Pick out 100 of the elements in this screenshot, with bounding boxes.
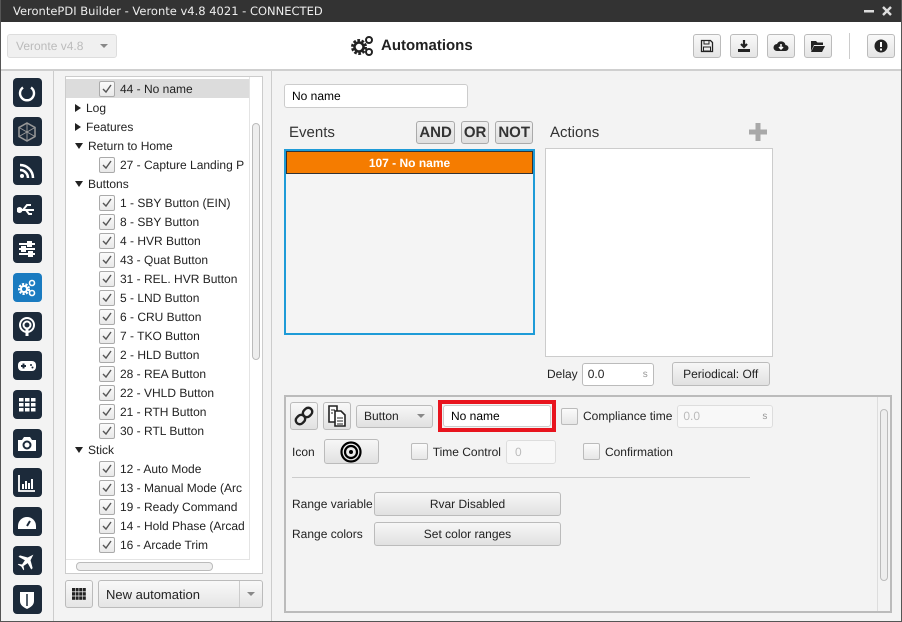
tree-item[interactable]: 13 - Manual Mode (Arc xyxy=(66,478,249,497)
tree-item[interactable]: 43 - Quat Button xyxy=(66,250,249,269)
tree-item[interactable]: 21 - RTH Button xyxy=(66,402,249,421)
checkbox[interactable] xyxy=(99,232,115,248)
checkbox[interactable] xyxy=(99,404,115,420)
confirmation-label: Confirmation xyxy=(604,444,673,458)
periodical-button[interactable]: Periodical: Off xyxy=(672,362,770,386)
tree-item[interactable]: 27 - Capture Landing P xyxy=(66,155,249,174)
grid-icon[interactable] xyxy=(65,580,93,608)
tree-item[interactable]: 1 - SBY Button (EIN) xyxy=(66,193,249,212)
check-icon xyxy=(101,234,113,246)
checkbox[interactable] xyxy=(99,480,115,496)
new-automation-dropdown[interactable]: New automation xyxy=(98,580,263,608)
type-dropdown[interactable]: Button xyxy=(356,404,433,428)
check-icon xyxy=(101,462,113,474)
check-icon xyxy=(101,348,113,360)
scrollbar[interactable] xyxy=(877,397,890,611)
tree-item[interactable]: 22 - VHLD Button xyxy=(66,383,249,402)
check-icon xyxy=(101,196,113,208)
checkbox[interactable] xyxy=(99,460,115,476)
tree-group[interactable]: Return to Home xyxy=(66,136,249,155)
checkbox[interactable] xyxy=(99,252,115,268)
time-control-label: Time Control xyxy=(432,444,501,458)
tree-group[interactable]: Log xyxy=(66,98,249,117)
tree-item[interactable]: 28 - REA Button xyxy=(66,364,249,383)
shield-icon[interactable] xyxy=(12,585,42,614)
camera-icon[interactable] xyxy=(12,429,42,458)
check-icon xyxy=(101,216,113,228)
checkbox[interactable] xyxy=(99,346,115,362)
checkbox[interactable] xyxy=(99,366,115,382)
copy-icon[interactable] xyxy=(323,402,351,430)
check-icon xyxy=(101,386,113,398)
tree-group[interactable]: Features xyxy=(66,117,249,136)
tree-item[interactable]: 30 - RTL Button xyxy=(66,421,249,440)
check-icon xyxy=(101,500,113,512)
gamepad-icon[interactable] xyxy=(12,351,42,380)
tree-item[interactable]: 44 - No name xyxy=(66,79,249,98)
delay-field[interactable]: 0.0 s xyxy=(582,362,654,386)
checkbox[interactable] xyxy=(99,80,115,96)
check-icon xyxy=(101,310,113,322)
close-icon[interactable] xyxy=(881,5,893,17)
download-icon[interactable] xyxy=(730,34,758,58)
operator-button[interactable]: OR xyxy=(460,120,490,144)
airplane-icon[interactable] xyxy=(12,546,42,575)
target-icon[interactable] xyxy=(324,439,379,464)
window-title: VerontePDI Builder - Veronte v4.8 4021 - CONNECTED xyxy=(13,4,323,18)
folder-icon[interactable] xyxy=(804,34,832,58)
gears-icon[interactable] xyxy=(12,273,42,302)
checkbox[interactable] xyxy=(99,498,115,514)
checkbox[interactable] xyxy=(99,422,115,438)
checkbox[interactable] xyxy=(99,270,115,286)
gears-icon xyxy=(351,34,375,56)
tree-item[interactable]: 7 - TKO Button xyxy=(66,326,249,345)
operator-button[interactable]: AND xyxy=(416,120,455,144)
scrollbar[interactable] xyxy=(249,77,262,559)
check-icon xyxy=(101,424,113,436)
check-icon xyxy=(101,520,113,532)
checkbox[interactable] xyxy=(99,194,115,210)
tree-item[interactable]: 16 - Arcade Trim xyxy=(66,535,249,554)
tree-item[interactable]: 5 - LND Button xyxy=(66,288,249,307)
save-icon[interactable] xyxy=(693,34,721,58)
range-colors-button[interactable]: Set color ranges xyxy=(374,522,561,546)
checkbox[interactable] xyxy=(99,536,115,552)
sliders-icon[interactable] xyxy=(12,234,42,263)
delay-label: Delay xyxy=(547,367,578,381)
tree-item[interactable]: 12 - Auto Mode xyxy=(66,459,249,478)
tree-item[interactable]: 6 - CRU Button xyxy=(66,307,249,326)
rss-icon[interactable] xyxy=(12,156,42,185)
cloud-download-icon[interactable] xyxy=(767,34,795,58)
range-variable-button[interactable]: Rvar Disabled xyxy=(374,492,561,516)
name-field[interactable]: No name xyxy=(284,84,468,108)
checkbox[interactable] xyxy=(582,443,600,460)
tree-group[interactable]: Stick xyxy=(66,440,249,459)
scrollbar[interactable] xyxy=(66,559,250,573)
operator-button[interactable]: NOT xyxy=(495,120,533,144)
checkbox[interactable] xyxy=(99,518,115,534)
compliance-time-label: Compliance time xyxy=(583,409,672,423)
broadcast-icon[interactable] xyxy=(12,312,42,341)
tree-item[interactable]: 4 - HVR Button xyxy=(66,231,249,250)
link-icon[interactable] xyxy=(290,402,318,430)
name-field[interactable]: No name xyxy=(443,405,551,427)
usb-icon[interactable] xyxy=(12,195,42,224)
bar-chart-icon[interactable] xyxy=(12,468,42,497)
checkbox[interactable] xyxy=(99,308,115,324)
tree-item[interactable]: 14 - Hold Phase (Arcad xyxy=(66,516,249,535)
alert-icon[interactable] xyxy=(867,34,895,58)
page-title: Automations xyxy=(381,37,473,54)
checkbox[interactable] xyxy=(99,384,115,400)
checkbox[interactable] xyxy=(99,290,115,306)
ring-icon[interactable] xyxy=(12,78,42,107)
checkbox[interactable] xyxy=(99,214,115,230)
tree-group[interactable]: Buttons xyxy=(66,174,249,193)
checkbox[interactable] xyxy=(99,328,115,344)
tree-item[interactable]: 2 - HLD Button xyxy=(66,345,249,364)
tree-item[interactable]: 19 - Ready Command xyxy=(66,497,249,516)
checkbox[interactable] xyxy=(99,156,115,172)
gauge-icon[interactable] xyxy=(12,507,42,536)
tree-item[interactable]: 8 - SBY Button xyxy=(66,212,249,231)
grid-icon[interactable] xyxy=(12,390,42,419)
tree-item[interactable]: 31 - REL. HVR Button xyxy=(66,269,249,288)
